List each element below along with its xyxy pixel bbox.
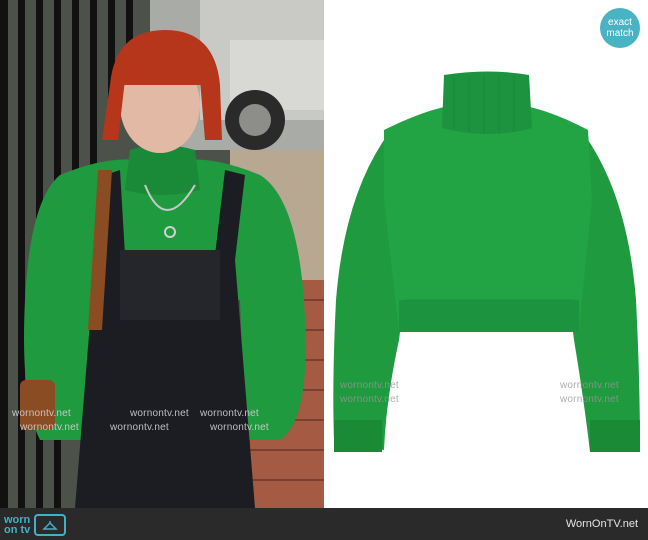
- watermark-text: wornontv.net: [210, 422, 269, 433]
- badge-line-1: exact: [608, 17, 632, 28]
- badge-line-2: match: [606, 28, 634, 39]
- watermark-text: wornontv.net: [340, 380, 399, 391]
- worn-on-tv-logo: worn on tv: [4, 512, 67, 538]
- watermark-text: wornontv.net: [560, 380, 619, 391]
- product-image: [324, 0, 648, 508]
- watermark-text: wornontv.net: [20, 422, 79, 433]
- watermark-text: wornontv.net: [200, 408, 259, 419]
- watermark-text: wornontv.net: [130, 408, 189, 419]
- green-sweater-illustration: [333, 71, 640, 452]
- watermark-text: wornontv.net: [12, 408, 71, 419]
- watermark-text: wornontv.net: [340, 394, 399, 405]
- exact-match-badge: exact match: [600, 8, 640, 48]
- tv-icon: [34, 514, 67, 536]
- footer-bar: [0, 508, 648, 540]
- watermark-text: wornontv.net: [110, 422, 169, 433]
- logo-word-bottom: on tv: [4, 524, 31, 536]
- watermark-text: wornontv.net: [560, 394, 619, 405]
- hanger-icon: [42, 521, 59, 530]
- site-name: WornOnTV.net: [565, 518, 638, 530]
